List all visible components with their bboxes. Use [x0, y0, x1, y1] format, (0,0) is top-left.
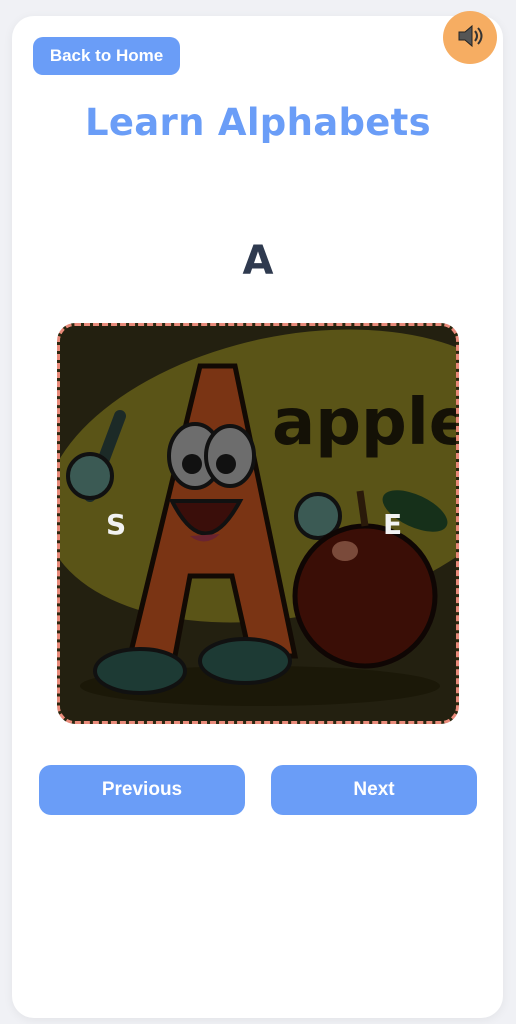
- page-title: Learn Alphabets: [84, 101, 431, 144]
- speaker-icon: [455, 21, 485, 54]
- sound-button[interactable]: [443, 11, 497, 64]
- back-to-home-button[interactable]: Back to Home: [33, 37, 180, 75]
- image-text-left: S: [106, 508, 126, 541]
- image-word-text: apple: [272, 386, 456, 460]
- image-text-right: E: [383, 508, 402, 541]
- current-letter: A: [242, 238, 274, 284]
- letter-image: apple S E: [57, 323, 459, 724]
- previous-button[interactable]: Previous: [39, 765, 245, 815]
- next-button[interactable]: Next: [271, 765, 477, 815]
